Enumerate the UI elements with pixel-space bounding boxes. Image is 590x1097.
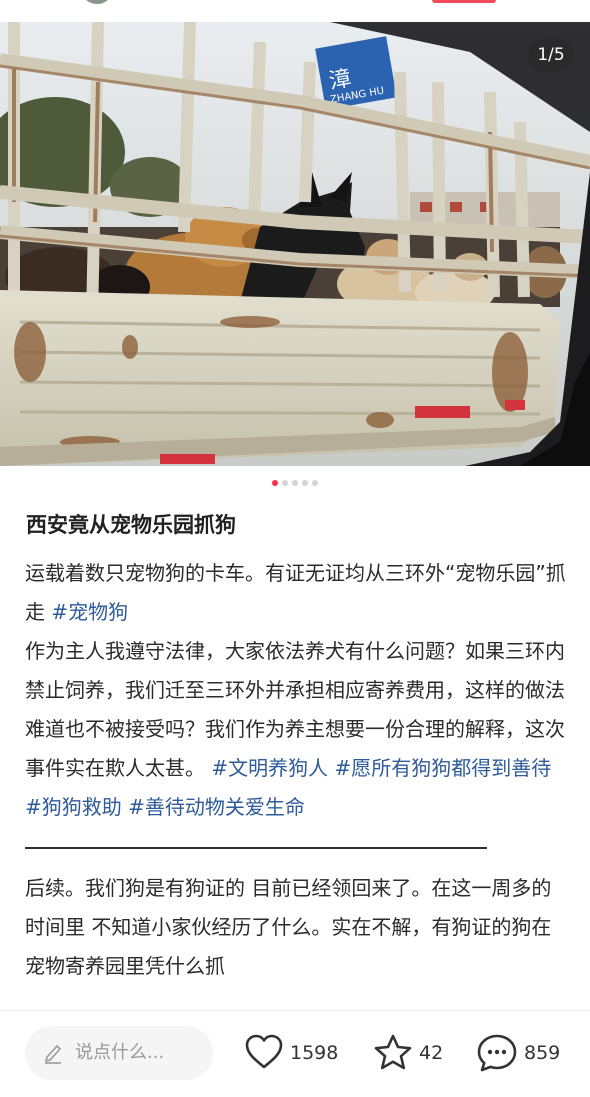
carousel-dot-5[interactable] (312, 480, 318, 486)
like-count: 1598 (290, 1042, 339, 1064)
comment-input[interactable]: 说点什么... (25, 1026, 213, 1080)
content-divider (25, 833, 567, 863)
top-bar-partial (0, 0, 590, 22)
author-avatar[interactable] (80, 0, 114, 4)
hashtag-all-dogs-treated-well[interactable]: #愿所有狗狗都得到善待 (334, 756, 551, 780)
sign-text-cn: 漳 (327, 66, 353, 94)
image-page-counter: 1/5 (528, 38, 574, 72)
hashtag-dog-rescue[interactable]: #狗狗救助 (25, 795, 122, 819)
carousel-dot-4[interactable] (302, 480, 308, 486)
truck-dogs-photo: 漳 ZHANG HU (0, 22, 590, 466)
bottom-action-bar: 说点什么... 1598 42 859 (0, 1010, 590, 1097)
content-paragraph-1: 运载着数只宠物狗的卡车。有证无证均从三环外“宠物乐园”抓走 #宠物狗 (25, 554, 567, 632)
follow-button[interactable] (432, 0, 496, 3)
content-paragraph-2: 作为主人我遵守法律，大家依法养犬有什么问题？如果三环内禁止饲养，我们迁至三环外并… (25, 632, 567, 827)
post-title: 西安竟从宠物乐园抓狗 (26, 513, 236, 537)
heart-icon (245, 1034, 283, 1069)
hashtag-love-animals[interactable]: #善待动物关爱生命 (128, 795, 305, 819)
pencil-icon (45, 1045, 61, 1064)
post-content: 运载着数只宠物狗的卡车。有证无证均从三环外“宠物乐园”抓走 #宠物狗 作为主人我… (25, 554, 567, 1010)
favorite-count: 42 (419, 1042, 444, 1064)
content-paragraph-3: 后续。我们狗是有狗证的 目前已经领回来了。在这一周多的时间里 不知道小家伙经历了… (25, 876, 552, 978)
carousel-dot-3[interactable] (292, 480, 298, 486)
carousel-dot-1[interactable] (272, 480, 278, 486)
hashtag-pet-dog[interactable]: #宠物狗 (51, 600, 128, 624)
post-image[interactable]: 漳 ZHANG HU 1/5 (0, 22, 590, 466)
star-icon (374, 1034, 412, 1070)
comment-bubble-icon (477, 1034, 517, 1072)
comment-count: 859 (524, 1042, 561, 1064)
hashtag-civilized-owner[interactable]: #文明养狗人 (211, 756, 328, 780)
comment-placeholder: 说点什么... (75, 1042, 165, 1063)
carousel-dot-2[interactable] (282, 480, 288, 486)
carousel-indicator (0, 480, 590, 488)
